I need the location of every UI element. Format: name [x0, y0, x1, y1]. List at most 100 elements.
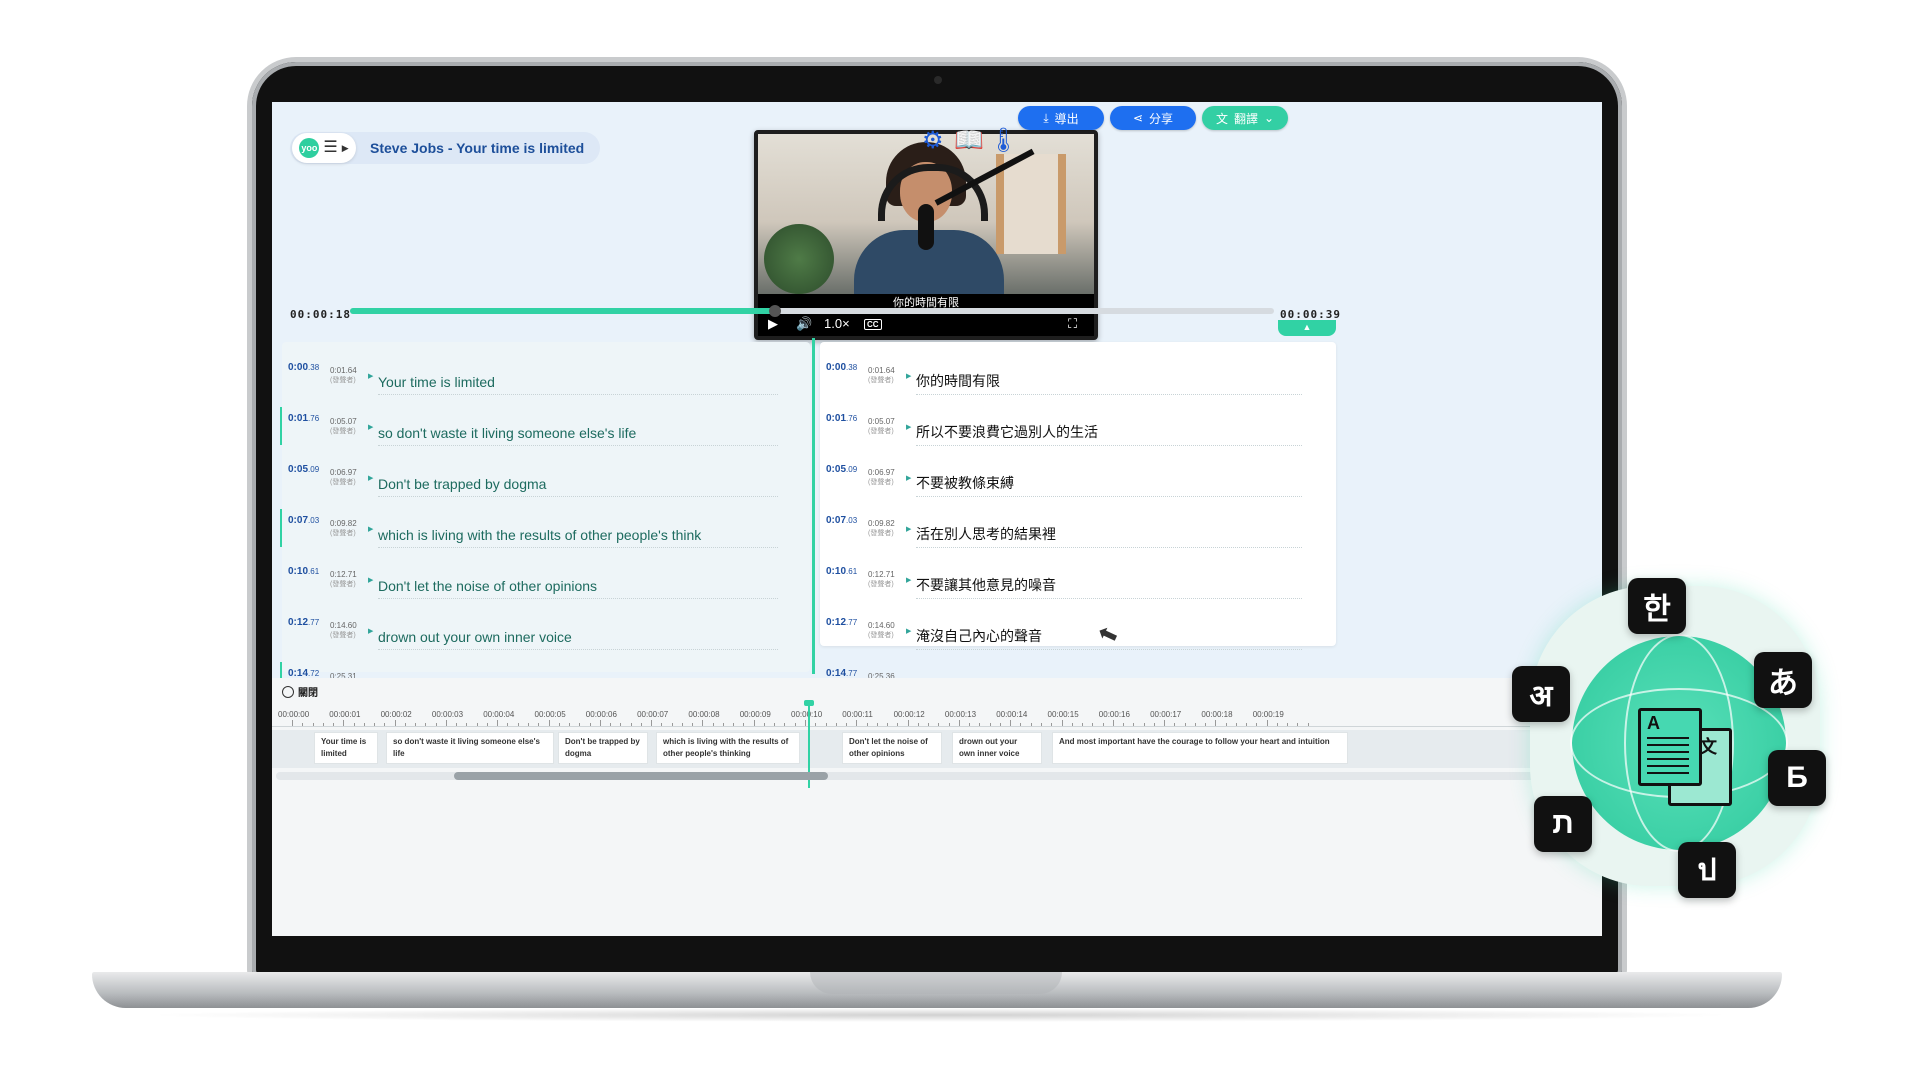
timeline-clip[interactable]: so don't waste it living someone else's …	[386, 732, 554, 764]
segment-text[interactable]: Don't be trapped by dogma	[378, 474, 778, 497]
timeline-scrollbar-thumb[interactable]	[454, 772, 828, 780]
timeline-tick	[928, 723, 930, 726]
export-button[interactable]: ⤓ 導出	[1018, 106, 1104, 130]
segment-start-time[interactable]: 0:10.61	[826, 566, 857, 577]
start-time-sub: .61	[308, 567, 320, 576]
timeline-tick	[1194, 723, 1196, 726]
segment-start-time[interactable]: 0:00.38	[288, 362, 319, 373]
timeline-clip[interactable]: drown out your own inner voice	[952, 732, 1042, 764]
segment-text[interactable]: 活在別人思考的結果裡	[916, 525, 1302, 548]
caret-right-icon: ▶	[368, 424, 374, 431]
menu-button[interactable]: yoo ☰ ▶	[292, 133, 356, 163]
timeline-tick	[363, 723, 365, 726]
timeline-tick	[958, 720, 960, 726]
thermometer-icon[interactable]: 🌡	[988, 126, 1018, 155]
segment-text[interactable]: so don't waste it living someone else's …	[378, 423, 778, 446]
segment-start-time[interactable]: 0:00.38	[826, 362, 857, 373]
timeline-clip[interactable]: Don't let the noise of other opinions	[842, 732, 942, 764]
laptop-shadow	[140, 1008, 1740, 1022]
speaker-label[interactable]: (發聲者)	[868, 376, 895, 386]
segment-text[interactable]: 你的時間有限	[916, 372, 1302, 395]
speaker-label[interactable]: (發聲者)	[868, 478, 895, 488]
translate-button[interactable]: 文 翻譯 ⌄	[1202, 106, 1288, 130]
speed-control[interactable]: 1.0×	[824, 316, 850, 331]
progress-knob[interactable]	[769, 305, 782, 317]
segment-start-time[interactable]: 0:05.09	[826, 464, 857, 475]
timeline-tick	[404, 723, 406, 726]
timeline-tick	[1164, 720, 1166, 726]
timeline-tick	[507, 723, 509, 726]
timeline-tick	[343, 720, 345, 726]
segment-text[interactable]: Your time is limited	[378, 372, 778, 395]
timeline-tick	[1235, 723, 1237, 726]
timeline-clip[interactable]: Don't be trapped by dogma	[558, 732, 648, 764]
timeline-tick	[456, 723, 458, 726]
segment-start-time[interactable]: 0:12.77	[288, 617, 319, 628]
segment-end-time: 0:12.71 (發聲者)	[868, 570, 895, 590]
captions-icon[interactable]: CC	[864, 319, 882, 330]
timeline-close-toggle[interactable]: 關閉	[282, 684, 318, 699]
segment-start-time[interactable]: 0:07.03	[288, 515, 319, 526]
speaker-label[interactable]: (發聲者)	[330, 529, 357, 539]
timeline-tick	[887, 723, 889, 726]
book-icon[interactable]: 📖	[954, 126, 984, 155]
timeline-ruler[interactable]: 00:00:00 00:00:01 00:00:02 00:00:03 00:00:04…	[272, 706, 1602, 727]
timeline-tick	[476, 723, 478, 726]
progress-fill	[350, 308, 776, 314]
timeline-clip[interactable]: Your time is limited	[314, 732, 378, 764]
segment-start-time[interactable]: 0:01.76	[826, 413, 857, 424]
segment-start-time[interactable]: 0:07.03	[826, 515, 857, 526]
start-time-sub: .61	[846, 567, 858, 576]
speaker-label[interactable]: (發聲者)	[868, 580, 895, 590]
end-time: 0:01.64	[330, 366, 357, 375]
timeline-scrollbar[interactable]	[276, 772, 1596, 780]
panel-divider[interactable]	[812, 338, 815, 674]
segment-start-time[interactable]: 0:01.76	[288, 413, 319, 424]
caret-right-icon: ▶	[906, 424, 912, 431]
microphone-decor	[918, 204, 934, 250]
timeline-clip[interactable]: which is living with the results of othe…	[656, 732, 800, 764]
fullscreen-icon[interactable]: ⛶	[1068, 316, 1077, 332]
segment-start-time[interactable]: 0:10.61	[288, 566, 319, 577]
timeline-clip[interactable]: And most important have the courage to f…	[1052, 732, 1348, 764]
timeline-tick-label: 00:00:06	[585, 710, 617, 719]
timeline-tick	[640, 723, 642, 726]
document-title-text: Steve Jobs - Your time is limited	[370, 140, 585, 156]
speaker-label[interactable]: (發聲者)	[330, 631, 357, 641]
segment-text[interactable]: which is living with the results of othe…	[378, 525, 778, 548]
speaker-label[interactable]: (發聲者)	[330, 427, 357, 437]
timeline-tick	[681, 723, 683, 726]
timeline-tick	[938, 723, 940, 726]
timeline-tick-label: 00:00:16	[1098, 710, 1130, 719]
speaker-label[interactable]: (發聲者)	[330, 580, 357, 590]
translate-icon: 文	[1215, 111, 1228, 126]
share-button[interactable]: ⋖ 分享	[1110, 106, 1196, 130]
segment-text[interactable]: 所以不要浪費它過別人的生活	[916, 423, 1302, 446]
speaker-label[interactable]: (發聲者)	[868, 427, 895, 437]
timeline-tick	[1133, 723, 1135, 726]
play-icon[interactable]: ▶	[768, 316, 778, 332]
timeline-tick	[292, 720, 293, 726]
segment-start-time[interactable]: 0:12.77	[826, 617, 857, 628]
timeline-tick-label: 00:00:03	[431, 710, 464, 719]
timeline-tick-label: 00:00:15	[1047, 710, 1079, 719]
segment-text[interactable]: Don't let the noise of other opinions	[378, 576, 778, 599]
gear-icon[interactable]: ⚙	[922, 126, 944, 155]
segment-start-time[interactable]: 0:05.09	[288, 464, 319, 475]
speaker-label[interactable]: (發聲者)	[868, 631, 895, 641]
timeline-tick	[1266, 720, 1268, 726]
segment-end-time: 0:05.07 (發聲者)	[330, 417, 357, 437]
caret-right-icon: ▶	[368, 373, 374, 380]
segment-text[interactable]: 不要讓其他意見的噪音	[916, 576, 1302, 599]
segment-text[interactable]: drown out your own inner voice	[378, 627, 778, 650]
collapse-toggle[interactable]: ▲	[1278, 320, 1336, 336]
volume-icon[interactable]: 🔊	[796, 316, 812, 332]
caret-right-icon: ▶	[368, 577, 374, 584]
share-label: 分享	[1149, 111, 1174, 126]
progress-bar[interactable]	[350, 305, 1274, 317]
speaker-label[interactable]: (發聲者)	[868, 529, 895, 539]
timeline-tick	[548, 720, 550, 726]
segment-text[interactable]: 不要被教條束縛	[916, 474, 1302, 497]
speaker-label[interactable]: (發聲者)	[330, 376, 357, 386]
speaker-label[interactable]: (發聲者)	[330, 478, 357, 488]
